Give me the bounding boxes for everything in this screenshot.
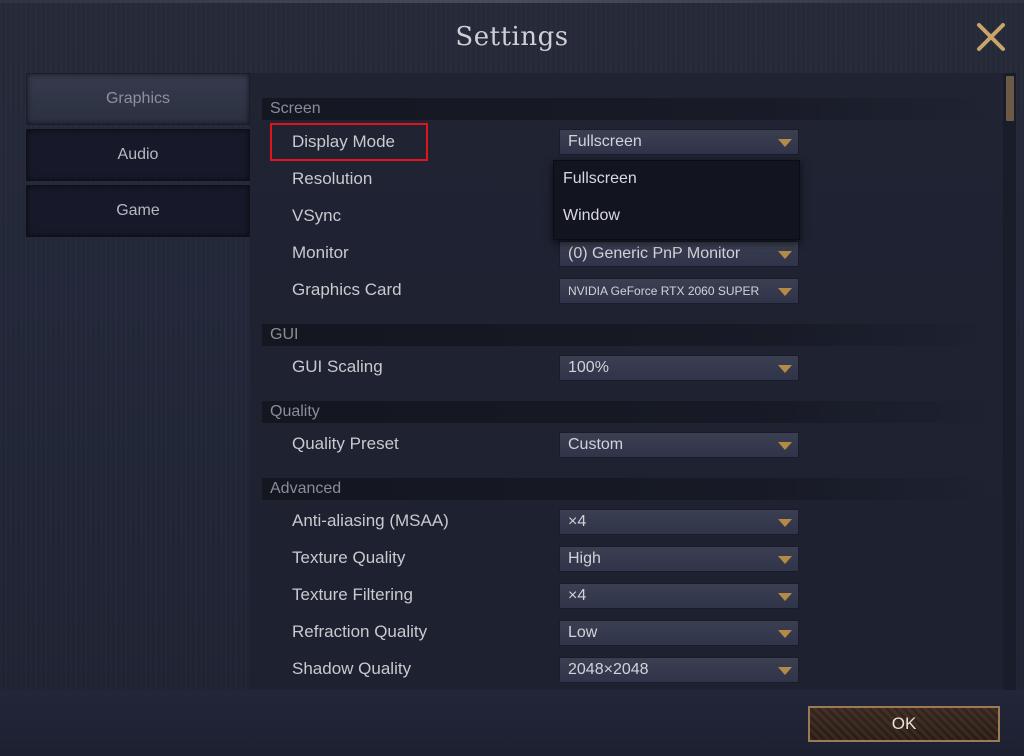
shadow-quality-dropdown[interactable]: 2048×2048 bbox=[559, 657, 799, 683]
chevron-down-icon bbox=[778, 519, 792, 527]
tab-game-label: Game bbox=[116, 202, 160, 219]
tab-audio-label: Audio bbox=[117, 146, 159, 163]
option-window[interactable]: Window bbox=[563, 201, 620, 231]
chevron-down-icon bbox=[778, 556, 792, 564]
graphics-card-value: NVIDIA GeForce RTX 2060 SUPER bbox=[568, 284, 760, 298]
texture-filtering-value: ×4 bbox=[568, 587, 587, 604]
section-quality: Quality bbox=[262, 401, 992, 423]
section-gui: GUI bbox=[262, 324, 992, 346]
anti-aliasing-label: Anti-aliasing (MSAA) bbox=[292, 511, 449, 530]
chevron-down-icon bbox=[778, 365, 792, 373]
anti-aliasing-dropdown[interactable]: ×4 bbox=[559, 509, 799, 535]
tab-game[interactable]: Game bbox=[26, 185, 250, 237]
texture-filtering-dropdown[interactable]: ×4 bbox=[559, 583, 799, 609]
graphics-card-label: Graphics Card bbox=[292, 280, 402, 299]
tab-graphics[interactable]: Graphics bbox=[26, 73, 250, 125]
chevron-down-icon bbox=[778, 593, 792, 601]
display-mode-options: Fullscreen Window bbox=[553, 160, 800, 240]
refraction-quality-dropdown[interactable]: Low bbox=[559, 620, 799, 646]
settings-sidebar: Graphics Audio Game bbox=[26, 73, 250, 241]
gui-scaling-value: 100% bbox=[568, 359, 609, 376]
texture-quality-value: High bbox=[568, 550, 601, 567]
close-icon[interactable] bbox=[974, 20, 1008, 54]
gui-scaling-dropdown[interactable]: 100% bbox=[559, 355, 799, 381]
quality-preset-dropdown[interactable]: Custom bbox=[559, 432, 799, 458]
highlight-box bbox=[270, 123, 428, 161]
section-screen: Screen bbox=[262, 98, 992, 120]
refraction-quality-label: Refraction Quality bbox=[292, 622, 428, 641]
window-title: Settings bbox=[455, 22, 569, 52]
scrollbar[interactable] bbox=[1003, 73, 1016, 690]
top-border bbox=[0, 0, 1024, 3]
option-fullscreen[interactable]: Fullscreen bbox=[563, 164, 637, 194]
chevron-down-icon bbox=[778, 667, 792, 675]
texture-quality-label: Texture Quality bbox=[292, 548, 406, 567]
quality-preset-label: Quality Preset bbox=[292, 434, 399, 453]
display-mode-dropdown[interactable]: Fullscreen bbox=[559, 129, 799, 155]
texture-filtering-label: Texture Filtering bbox=[292, 585, 413, 604]
shadow-quality-label: Shadow Quality bbox=[292, 659, 412, 678]
refraction-quality-value: Low bbox=[568, 624, 598, 641]
chevron-down-icon bbox=[778, 630, 792, 638]
scrollbar-thumb[interactable] bbox=[1006, 76, 1014, 121]
quality-preset-value: Custom bbox=[568, 436, 624, 453]
resolution-label: Resolution bbox=[292, 169, 373, 188]
monitor-value: (0) Generic PnP Monitor bbox=[568, 245, 741, 262]
monitor-dropdown[interactable]: (0) Generic PnP Monitor bbox=[559, 241, 799, 267]
gui-scaling-label: GUI Scaling bbox=[292, 357, 383, 376]
graphics-card-dropdown[interactable]: NVIDIA GeForce RTX 2060 SUPER bbox=[559, 278, 799, 304]
tab-audio[interactable]: Audio bbox=[26, 129, 250, 181]
vsync-label: VSync bbox=[292, 206, 342, 225]
section-advanced: Advanced bbox=[262, 478, 992, 500]
chevron-down-icon bbox=[778, 288, 792, 296]
shadow-quality-value: 2048×2048 bbox=[568, 661, 649, 678]
chevron-down-icon bbox=[778, 139, 792, 147]
texture-quality-dropdown[interactable]: High bbox=[559, 546, 799, 572]
anti-aliasing-value: ×4 bbox=[568, 513, 587, 530]
ok-button-label: OK bbox=[891, 714, 917, 733]
chevron-down-icon bbox=[778, 442, 792, 450]
ok-button[interactable]: OK bbox=[808, 706, 1000, 742]
settings-window: Settings Graphics Audio Game Screen Disp… bbox=[0, 0, 1024, 756]
chevron-down-icon bbox=[778, 251, 792, 259]
tab-graphics-label: Graphics bbox=[105, 90, 171, 107]
monitor-label: Monitor bbox=[292, 243, 349, 262]
display-mode-value: Fullscreen bbox=[568, 133, 642, 150]
